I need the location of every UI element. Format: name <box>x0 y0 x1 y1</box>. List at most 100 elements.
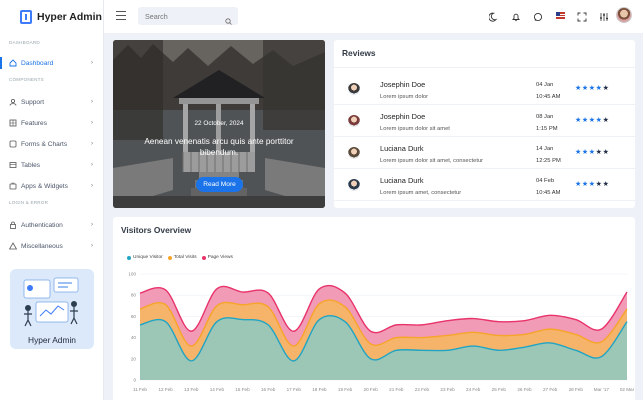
sidebar-item-label: Miscellaneous <box>21 242 63 250</box>
flag-us-icon[interactable] <box>556 12 565 19</box>
sidebar-item-tables[interactable]: Tables › <box>0 155 103 175</box>
read-more-button[interactable]: Read More <box>196 177 243 192</box>
search-input[interactable] <box>138 7 238 25</box>
search-icon[interactable] <box>225 12 232 30</box>
sidebar-item-miscellaneous[interactable]: Miscellaneous › <box>0 236 103 256</box>
sidebar-item-label: Authentication <box>21 221 63 229</box>
moon-icon[interactable] <box>488 11 499 22</box>
review-row[interactable]: Josephin Doe Lorem ipsum dolor 04 Jan 10… <box>334 73 635 105</box>
avatar <box>348 147 360 159</box>
y-tick-label: 60 <box>131 314 137 319</box>
review-time: 10:45 AM <box>536 94 561 100</box>
y-tick-label: 0 <box>133 378 136 383</box>
x-tick-label: 19 Feb <box>338 387 353 392</box>
avatar <box>348 83 360 95</box>
settings-sliders-icon[interactable] <box>598 11 609 22</box>
y-tick-label: 20 <box>131 356 137 361</box>
star-rating: ★★★★★ <box>575 181 610 188</box>
promo-card: Hyper Admin <box>10 269 94 349</box>
app-logo[interactable]: Hyper Admin <box>0 0 103 34</box>
chevron-right-icon: › <box>91 120 93 126</box>
y-tick-label: 40 <box>131 335 137 340</box>
x-tick-label: 25 Feb <box>492 387 507 392</box>
star-rating: ★★★★★ <box>575 85 610 92</box>
chevron-right-icon: › <box>91 60 93 66</box>
chevron-right-icon: › <box>91 99 93 105</box>
home-icon <box>9 59 17 67</box>
apps-icon <box>9 182 17 190</box>
section-components: COMPONENTS <box>9 77 44 82</box>
sidebar-item-forms-charts[interactable]: Forms & Charts › <box>0 134 103 154</box>
review-date: 04 Feb <box>536 178 555 184</box>
hero-card: 22 October, 2024 Aenean venenatis arcu q… <box>113 40 325 208</box>
sidebar-item-label: Forms & Charts <box>21 140 68 148</box>
sidebar-item-label: Dashboard <box>21 59 54 67</box>
chevron-right-icon: › <box>91 183 93 189</box>
x-tick-label: 11 Feb <box>133 387 147 392</box>
sidebar-item-features[interactable]: Features › <box>0 113 103 133</box>
x-tick-label: 24 Feb <box>466 387 481 392</box>
review-row[interactable]: Luciana Durk Lorem ipsum dolor sit amet,… <box>334 137 635 169</box>
avatar[interactable] <box>616 7 632 23</box>
chevron-right-icon: › <box>91 141 93 147</box>
y-tick-label: 80 <box>131 293 137 298</box>
fullscreen-icon[interactable] <box>576 11 587 22</box>
review-row[interactable]: Josephin Doe Lorem ipsum dolor sit amet … <box>334 105 635 137</box>
review-name: Josephin Doe <box>380 112 426 121</box>
table-icon <box>9 161 17 169</box>
x-tick-label: 21 Feb <box>389 387 404 392</box>
x-tick-label: 20 Feb <box>364 387 379 392</box>
x-tick-label: 23 Feb <box>440 387 455 392</box>
bell-icon[interactable] <box>510 11 521 22</box>
lock-icon <box>9 221 17 229</box>
x-tick-label: 15 Feb <box>235 387 250 392</box>
section-dashboard: DASHBOARD <box>9 40 40 45</box>
sidebar-item-support[interactable]: Support › <box>0 92 103 112</box>
hero-text: Aenean venenatis arcu quis ante porttito… <box>144 137 294 157</box>
x-tick-label: 02 Mar <box>620 387 635 392</box>
chevron-right-icon: › <box>91 243 93 249</box>
review-date: 08 Jan <box>536 114 554 120</box>
grid-icon <box>9 119 17 127</box>
chat-icon[interactable] <box>532 11 543 22</box>
sidebar-item-apps-widgets[interactable]: Apps & Widgets › <box>0 176 103 196</box>
star-rating: ★★★★★ <box>575 149 610 156</box>
review-time: 12:25 PM <box>536 158 561 164</box>
promo-title: Hyper Admin <box>28 335 76 345</box>
avatar <box>348 115 360 127</box>
review-date: 14 Jan <box>536 146 554 152</box>
review-time: 1:15 PM <box>536 126 558 132</box>
reviews-title: Reviews <box>342 48 376 58</box>
x-tick-label: 26 Feb <box>517 387 532 392</box>
warning-icon <box>9 242 17 250</box>
x-tick-label: Mar '17 <box>594 387 610 392</box>
x-tick-label: 16 Feb <box>261 387 276 392</box>
review-text: Lorem ipsum amet, consectetur <box>380 190 462 196</box>
x-tick-label: 12 Feb <box>158 387 173 392</box>
menu-toggle-icon[interactable] <box>116 11 126 20</box>
x-tick-label: 17 Feb <box>287 387 302 392</box>
chevron-right-icon: › <box>91 222 93 228</box>
divider <box>334 67 635 68</box>
logo-icon <box>20 10 32 24</box>
x-tick-label: 18 Feb <box>312 387 327 392</box>
review-name: Luciana Durk <box>380 144 424 153</box>
avatar <box>348 179 360 191</box>
star-rating: ★★★★★ <box>575 117 610 124</box>
hero-date: 22 October, 2024 <box>194 120 244 127</box>
review-row[interactable]: Luciana Durk Lorem ipsum amet, consectet… <box>334 169 635 201</box>
user-icon <box>9 98 17 106</box>
sidebar-item-authentication[interactable]: Authentication › <box>0 215 103 235</box>
chart-icon <box>9 140 17 148</box>
sidebar-item-dashboard[interactable]: Dashboard › <box>0 53 103 73</box>
visitors-chart: 0 20 40 60 80 100 11 Feb 12 Feb 13 Feb 14 Feb 15 F… <box>128 272 635 393</box>
app-name: Hyper Admin <box>37 11 102 23</box>
sidebar-item-label: Features <box>21 119 48 127</box>
review-text: Lorem ipsum dolor sit amet, consectetur <box>380 158 484 164</box>
section-login-error: LOGIN & ERROR <box>9 200 49 205</box>
review-text: Lorem ipsum dolor <box>380 94 429 100</box>
chevron-right-icon: › <box>91 162 93 168</box>
sidebar: Hyper Admin DASHBOARD Dashboard › COMPON… <box>0 0 104 400</box>
reviews-card: Reviews Josephin Doe Lorem ipsum dolor 0… <box>334 40 635 208</box>
x-tick-label: 14 Feb <box>210 387 225 392</box>
